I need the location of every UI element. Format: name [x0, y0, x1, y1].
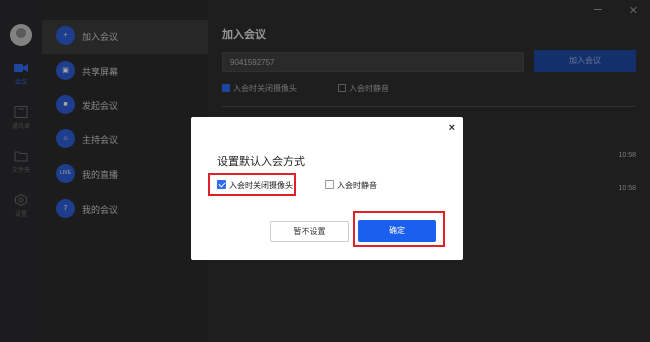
option-label: 入会时静音 — [337, 181, 377, 190]
dialog-mute-option[interactable]: 入会时静音 — [325, 180, 377, 191]
option-label: 入会时关闭摄像头 — [229, 181, 293, 190]
checkbox-icon[interactable] — [325, 180, 334, 189]
confirm-button[interactable]: 确定 — [358, 220, 436, 242]
checkbox-checked-icon[interactable] — [217, 180, 226, 189]
dialog-title: 设置默认入会方式 — [217, 156, 305, 168]
close-icon[interactable]: × — [449, 122, 455, 134]
skip-button[interactable]: 暂不设置 — [270, 221, 349, 242]
default-join-dialog: × 设置默认入会方式 入会时关闭摄像头 入会时静音 暂不设置 确定 — [191, 117, 463, 260]
dialog-camera-off-option[interactable]: 入会时关闭摄像头 — [217, 180, 293, 191]
